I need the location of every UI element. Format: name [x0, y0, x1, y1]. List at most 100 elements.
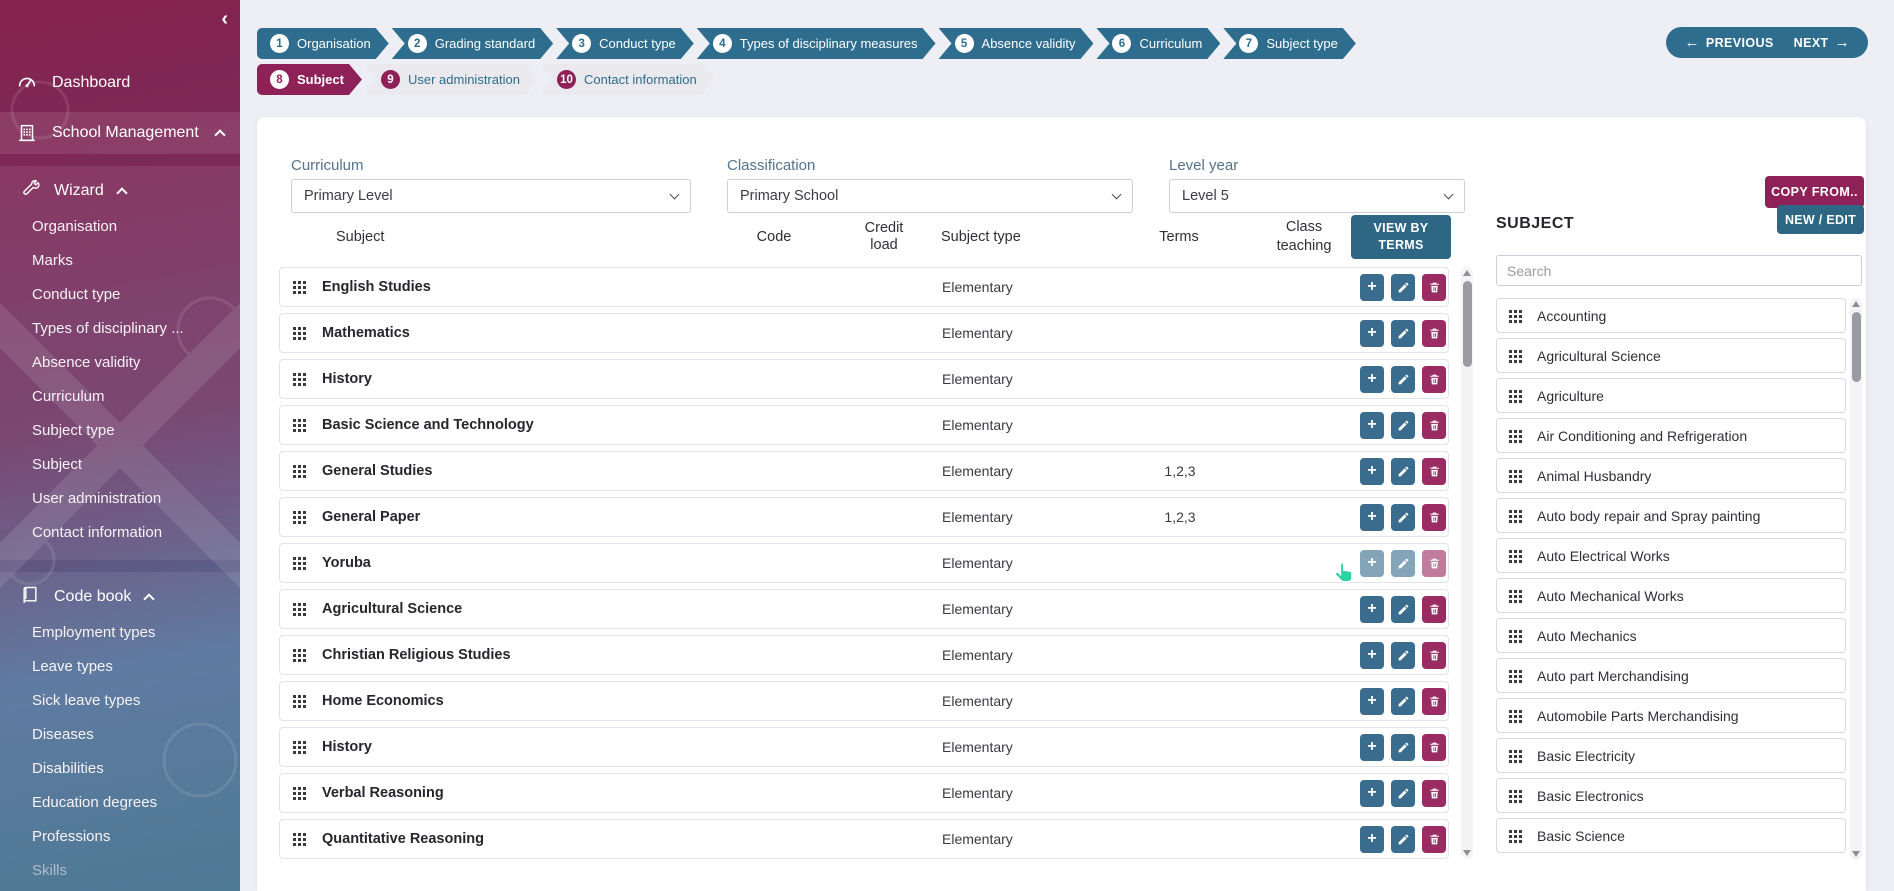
drag-handle-icon[interactable] [292, 832, 306, 846]
delete-button[interactable] [1422, 366, 1446, 393]
sidebar-item-absence-validity[interactable]: Absence validity [0, 346, 240, 380]
drag-handle-icon[interactable] [292, 740, 306, 754]
delete-button[interactable] [1422, 780, 1446, 807]
drag-handle-icon[interactable] [292, 510, 306, 524]
next-button[interactable]: NEXT → [1794, 34, 1850, 51]
delete-button[interactable] [1422, 504, 1446, 531]
sidebar-item-disabilities[interactable]: Disabilities [0, 752, 240, 786]
subject-list-item[interactable]: Basic Electronics [1496, 778, 1846, 813]
drag-handle-icon[interactable] [292, 648, 306, 662]
drag-handle-icon[interactable] [1508, 429, 1522, 443]
drag-handle-icon[interactable] [1508, 789, 1522, 803]
add-button[interactable]: + [1360, 780, 1384, 807]
subject-list-item[interactable]: Auto part Merchandising [1496, 658, 1846, 693]
subject-list-item[interactable]: Air Conditioning and Refrigeration [1496, 418, 1846, 453]
sidebar-item-user-administration[interactable]: User administration [0, 482, 240, 516]
step-4[interactable]: 4Types of disciplinary measures [697, 28, 936, 59]
add-button[interactable]: + [1360, 550, 1384, 577]
edit-button[interactable] [1391, 320, 1415, 347]
step-8[interactable]: 8Subject [257, 64, 362, 95]
subject-list-item[interactable]: Auto Mechanics [1496, 618, 1846, 653]
subject-list-item[interactable]: Animal Husbandry [1496, 458, 1846, 493]
scroll-up-arrow[interactable] [1852, 301, 1860, 307]
edit-button[interactable] [1391, 458, 1415, 485]
step-9[interactable]: 9User administration [365, 64, 538, 95]
subject-list-item[interactable]: Accounting [1496, 298, 1846, 333]
edit-button[interactable] [1391, 550, 1415, 577]
edit-button[interactable] [1391, 688, 1415, 715]
view-by-terms-button[interactable]: VIEW BY TERMS [1351, 215, 1451, 259]
sidebar-item-conduct-type[interactable]: Conduct type [0, 278, 240, 312]
sidebar-item-code-book[interactable]: Code book [0, 578, 240, 616]
step-6[interactable]: 6Curriculum [1096, 28, 1220, 59]
drag-handle-icon[interactable] [1508, 629, 1522, 643]
delete-button[interactable] [1422, 320, 1446, 347]
level-year-select[interactable]: Level 5 [1169, 179, 1465, 213]
drag-handle-icon[interactable] [292, 372, 306, 386]
edit-button[interactable] [1391, 826, 1415, 853]
drag-handle-icon[interactable] [292, 326, 306, 340]
previous-button[interactable]: ← PREVIOUS [1684, 34, 1773, 51]
step-5[interactable]: 5Absence validity [939, 28, 1094, 59]
add-button[interactable]: + [1360, 366, 1384, 393]
add-button[interactable]: + [1360, 642, 1384, 669]
sidebar-item-employment-types[interactable]: Employment types [0, 616, 240, 650]
drag-handle-icon[interactable] [1508, 829, 1522, 843]
edit-button[interactable] [1391, 274, 1415, 301]
subject-list-item[interactable]: Auto Electrical Works [1496, 538, 1846, 573]
add-button[interactable]: + [1360, 688, 1384, 715]
step-2[interactable]: 2Grading standard [392, 28, 553, 59]
drag-handle-icon[interactable] [1508, 309, 1522, 323]
drag-handle-icon[interactable] [292, 694, 306, 708]
drag-handle-icon[interactable] [1508, 749, 1522, 763]
sidebar-item-dashboard[interactable]: Dashboard [0, 62, 240, 104]
drag-handle-icon[interactable] [1508, 509, 1522, 523]
drag-handle-icon[interactable] [1508, 589, 1522, 603]
edit-button[interactable] [1391, 412, 1415, 439]
sidebar-item-skills[interactable]: Skills [0, 854, 240, 888]
classification-select[interactable]: Primary School [727, 179, 1133, 213]
sidebar-item-subject[interactable]: Subject [0, 448, 240, 482]
sidebar-item-contact-information[interactable]: Contact information [0, 516, 240, 550]
edit-button[interactable] [1391, 734, 1415, 761]
add-button[interactable]: + [1360, 734, 1384, 761]
add-button[interactable]: + [1360, 826, 1384, 853]
scroll-down-arrow[interactable] [1463, 850, 1471, 856]
sidebar-item-sick-leave-types[interactable]: Sick leave types [0, 684, 240, 718]
sidebar-item-education-degrees[interactable]: Education degrees [0, 786, 240, 820]
curriculum-select[interactable]: Primary Level [291, 179, 691, 213]
subject-list-item[interactable]: Agricultural Science [1496, 338, 1846, 373]
drag-handle-icon[interactable] [292, 556, 306, 570]
edit-button[interactable] [1391, 504, 1415, 531]
delete-button[interactable] [1422, 734, 1446, 761]
sidebar-item-marks[interactable]: Marks [0, 244, 240, 278]
sidebar-item-diseases[interactable]: Diseases [0, 718, 240, 752]
add-button[interactable]: + [1360, 504, 1384, 531]
drag-handle-icon[interactable] [292, 464, 306, 478]
add-button[interactable]: + [1360, 596, 1384, 623]
subject-list-item[interactable]: Agriculture [1496, 378, 1846, 413]
subject-list-item[interactable]: Basic Science [1496, 818, 1846, 853]
edit-button[interactable] [1391, 366, 1415, 393]
table-scrollbar-thumb[interactable] [1463, 281, 1472, 367]
step-10[interactable]: 10Contact information [541, 64, 715, 95]
subject-list-item[interactable]: Auto Mechanical Works [1496, 578, 1846, 613]
drag-handle-icon[interactable] [1508, 349, 1522, 363]
sidebar-item-types-of-disciplinary[interactable]: Types of disciplinary ... [0, 312, 240, 346]
table-scrollbar[interactable] [1461, 267, 1473, 859]
drag-handle-icon[interactable] [292, 786, 306, 800]
edit-button[interactable] [1391, 780, 1415, 807]
delete-button[interactable] [1422, 688, 1446, 715]
drag-handle-icon[interactable] [292, 418, 306, 432]
scroll-down-arrow[interactable] [1852, 851, 1860, 857]
sidebar-item-wizard[interactable]: Wizard [0, 172, 240, 210]
drag-handle-icon[interactable] [1508, 549, 1522, 563]
scroll-up-arrow[interactable] [1463, 270, 1471, 276]
step-7[interactable]: 7Subject type [1223, 28, 1356, 59]
drag-handle-icon[interactable] [1508, 709, 1522, 723]
delete-button[interactable] [1422, 596, 1446, 623]
drag-handle-icon[interactable] [1508, 389, 1522, 403]
copy-from-button[interactable]: COPY FROM.. [1765, 176, 1864, 208]
drag-handle-icon[interactable] [292, 280, 306, 294]
delete-button[interactable] [1422, 412, 1446, 439]
